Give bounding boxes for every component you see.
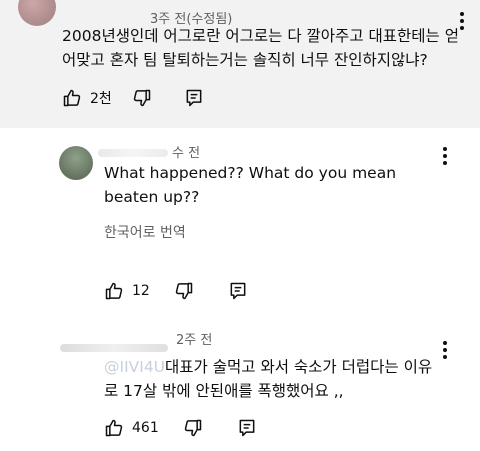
like-count: 2천 — [90, 91, 112, 107]
comment-text: 2008년생인데 어그로란 어그로는 다 깔아주고 대표한테는 얻어맞고 혼자 … — [62, 27, 459, 69]
reply-button[interactable] — [228, 281, 248, 301]
reply-button[interactable] — [237, 418, 257, 438]
reply-icon — [184, 88, 204, 108]
comment-actions: 12 — [104, 279, 248, 303]
comment-item: 3주 전(수정됨) 2008년생인데 어그로란 어그로는 다 깔아주고 대표한테… — [0, 0, 480, 128]
like-count: 461 — [132, 420, 159, 436]
thumbs-up-icon — [104, 418, 124, 438]
avatar[interactable] — [59, 324, 93, 358]
comment-text: @IIVI4U대표가 술먹고 와서 숙소가 더럽다는 이유로 17살 밖에 안된… — [104, 355, 434, 403]
comment-actions: 2천 — [62, 86, 204, 110]
like-count: 12 — [132, 283, 150, 299]
like-button[interactable]: 12 — [104, 281, 150, 301]
reply-icon — [228, 281, 248, 301]
mention-link[interactable]: @IIVI4U — [104, 358, 165, 376]
dislike-button[interactable] — [183, 418, 203, 438]
comment-actions: 461 — [104, 416, 257, 440]
comment-item: 수 전 What happened?? What do you mean bea… — [0, 128, 480, 310]
comment-text: What happened?? What do you mean beaten … — [104, 164, 397, 206]
reply-icon — [237, 418, 257, 438]
more-vert-icon[interactable] — [443, 147, 447, 165]
translate-link[interactable]: 한국어로 번역 — [104, 222, 186, 242]
thumbs-down-icon — [132, 88, 152, 108]
thumbs-down-icon — [174, 281, 194, 301]
reply-button[interactable] — [184, 88, 204, 108]
like-button[interactable]: 461 — [104, 418, 159, 438]
comment-timestamp: 수 전 — [172, 146, 201, 161]
avatar[interactable] — [59, 146, 93, 180]
author-name-redacted — [60, 344, 168, 352]
like-button[interactable]: 2천 — [62, 88, 112, 108]
more-vert-icon[interactable] — [443, 341, 447, 359]
comment-item: 2주 전 @IIVI4U대표가 술먹고 와서 숙소가 더럽다는 이유로 17살 … — [0, 310, 480, 451]
thumbs-down-icon — [183, 418, 203, 438]
comment-timestamp: 2주 전 — [176, 333, 213, 348]
dislike-button[interactable] — [132, 88, 152, 108]
thumbs-up-icon — [104, 281, 124, 301]
thumbs-up-icon — [62, 88, 82, 108]
avatar[interactable] — [18, 0, 56, 26]
author-name-redacted — [98, 149, 168, 157]
dislike-button[interactable] — [174, 281, 194, 301]
